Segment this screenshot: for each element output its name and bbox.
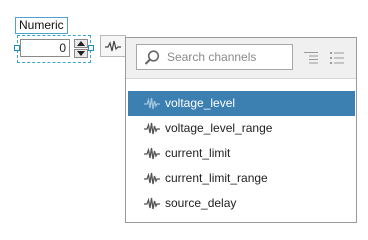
waveform-icon [144, 172, 160, 185]
channel-item-label: voltage_level_range [165, 121, 273, 135]
channel-item-label: voltage_level [165, 96, 236, 110]
list-view-icon[interactable] [303, 50, 319, 66]
decrement-button[interactable] [74, 49, 88, 58]
arrow-up-icon [77, 41, 85, 46]
search-input[interactable] [167, 48, 289, 66]
arrow-down-icon [77, 51, 85, 56]
channel-item-label: source_delay [165, 196, 237, 210]
channel-item-label: current_limit [165, 146, 231, 160]
waveform-icon [144, 197, 160, 210]
control-label[interactable]: Numeric [15, 17, 68, 34]
canvas: Numeric 0 Search channels voltage_level … [0, 0, 368, 235]
waveform-icon [144, 97, 160, 110]
channel-picker-header [126, 38, 356, 79]
waveform-icon [144, 147, 160, 160]
channel-item-label: current_limit_range [165, 171, 268, 185]
channel-item[interactable]: current_limit [128, 141, 355, 166]
channel-item[interactable]: voltage_level [128, 91, 355, 116]
numeric-value-field[interactable]: 0 [20, 39, 70, 57]
increment-button[interactable] [74, 39, 88, 48]
tree-view-icon[interactable] [329, 50, 345, 66]
channel-item[interactable]: current_limit_range [128, 166, 355, 191]
channel-item[interactable]: source_delay [128, 191, 355, 216]
waveform-icon [144, 122, 160, 135]
channel-list: voltage_level voltage_level_range curren… [128, 91, 355, 216]
channel-picker-toggle[interactable] [100, 35, 126, 57]
resize-handle-right[interactable] [88, 45, 94, 51]
search-box[interactable] [136, 44, 293, 70]
waveform-icon [105, 40, 121, 52]
channel-picker-panel: voltage_level voltage_level_range curren… [125, 37, 357, 223]
search-icon [144, 50, 160, 65]
channel-item[interactable]: voltage_level_range [128, 116, 355, 141]
